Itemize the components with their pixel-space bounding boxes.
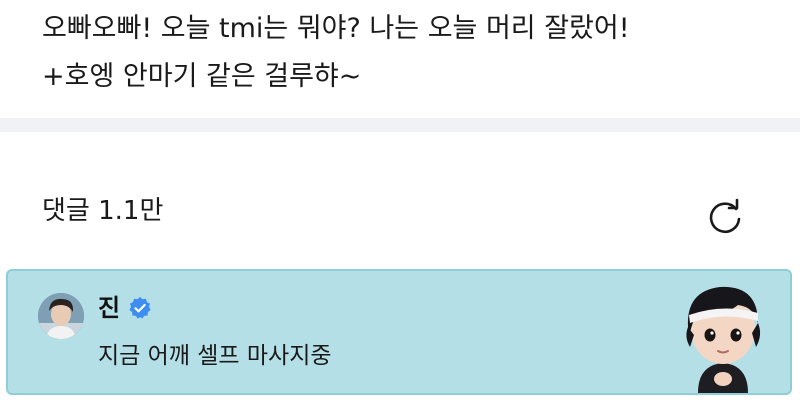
refresh-icon bbox=[709, 198, 741, 234]
author-avatar[interactable] bbox=[38, 293, 84, 339]
verified-badge-icon bbox=[128, 296, 152, 320]
post-text-line-1: 오빠오빠! 오늘 tmi는 뭐야? 나는 오늘 머리 잘랐어! bbox=[42, 13, 630, 44]
post-body: 오빠오빠! 오늘 tmi는 뭐야? 나는 오늘 머리 잘랐어! +호엥 안마기 … bbox=[0, 0, 800, 118]
post-text-line-2: +호엥 안마기 같은 걸루햐~ bbox=[42, 61, 362, 92]
comment-count-label: 댓글 1.1만 bbox=[42, 196, 164, 226]
character-sticker-icon bbox=[668, 277, 778, 393]
comments-header: 댓글 1.1만 bbox=[0, 132, 800, 266]
author-name[interactable]: 진 bbox=[98, 293, 120, 323]
section-divider bbox=[0, 118, 800, 132]
author-row: 진 bbox=[98, 291, 152, 325]
profile-avatar-icon bbox=[38, 293, 84, 339]
pinned-comment-card[interactable]: 진 지금 어깨 셀프 마사지중 bbox=[6, 269, 792, 395]
comment-text: 지금 어깨 셀프 마사지중 bbox=[98, 343, 332, 369]
refresh-button[interactable] bbox=[700, 192, 750, 242]
